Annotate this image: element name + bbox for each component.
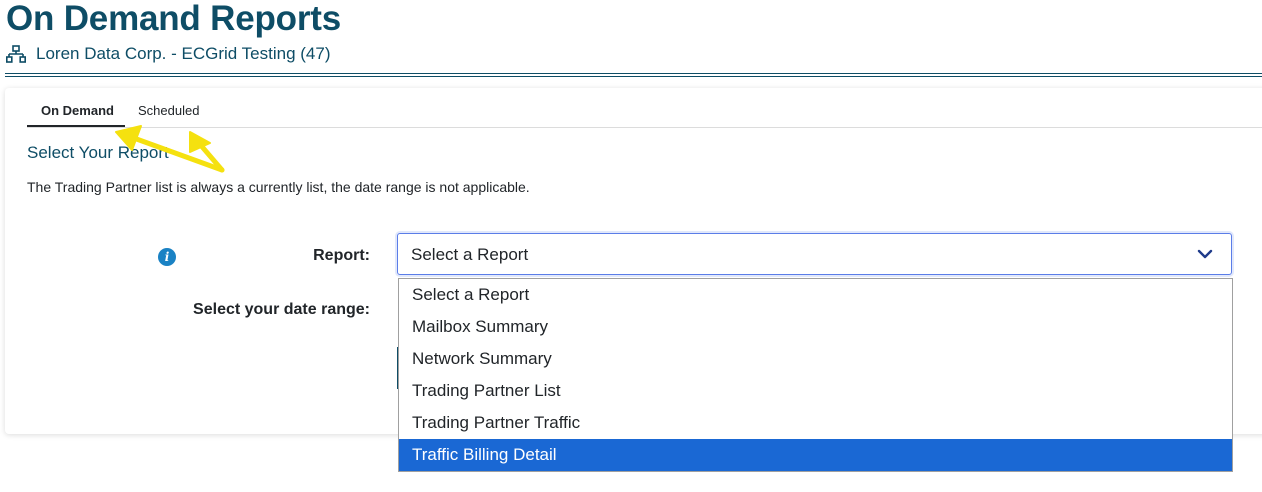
account-subtitle: Loren Data Corp. - ECGrid Testing (47) <box>6 44 330 64</box>
report-option[interactable]: Trading Partner Traffic <box>399 407 1232 439</box>
divider <box>5 73 1262 74</box>
report-option-highlighted[interactable]: Traffic Billing Detail <box>399 439 1232 471</box>
section-title: Select Your Report <box>27 143 169 162</box>
section-note: The Trading Partner list is always a cur… <box>27 179 530 195</box>
report-label: Report: <box>313 247 370 264</box>
report-option[interactable]: Network Summary <box>399 343 1232 375</box>
divider <box>5 76 1262 77</box>
report-option[interactable]: Mailbox Summary <box>399 311 1232 343</box>
page-title: On Demand Reports <box>6 0 341 38</box>
report-option[interactable]: Trading Partner List <box>399 375 1232 407</box>
report-dropdown-list: Select a Report Mailbox Summary Network … <box>398 278 1233 472</box>
info-icon[interactable]: i <box>158 248 176 266</box>
chevron-down-icon <box>1197 249 1213 259</box>
date-range-label: Select your date range: <box>193 301 370 318</box>
tab-scheduled[interactable]: Scheduled <box>138 103 199 118</box>
report-option[interactable]: Select a Report <box>399 279 1232 311</box>
report-select-value: Select a Report <box>411 245 529 264</box>
tab-on-demand[interactable]: On Demand <box>41 103 114 118</box>
network-icon <box>6 45 26 63</box>
report-select[interactable]: Select a Report <box>397 233 1232 275</box>
account-name: Loren Data Corp. - ECGrid Testing (47) <box>36 44 331 63</box>
tab-bar: On Demand Scheduled <box>27 88 1262 128</box>
active-tab-indicator <box>27 125 125 127</box>
